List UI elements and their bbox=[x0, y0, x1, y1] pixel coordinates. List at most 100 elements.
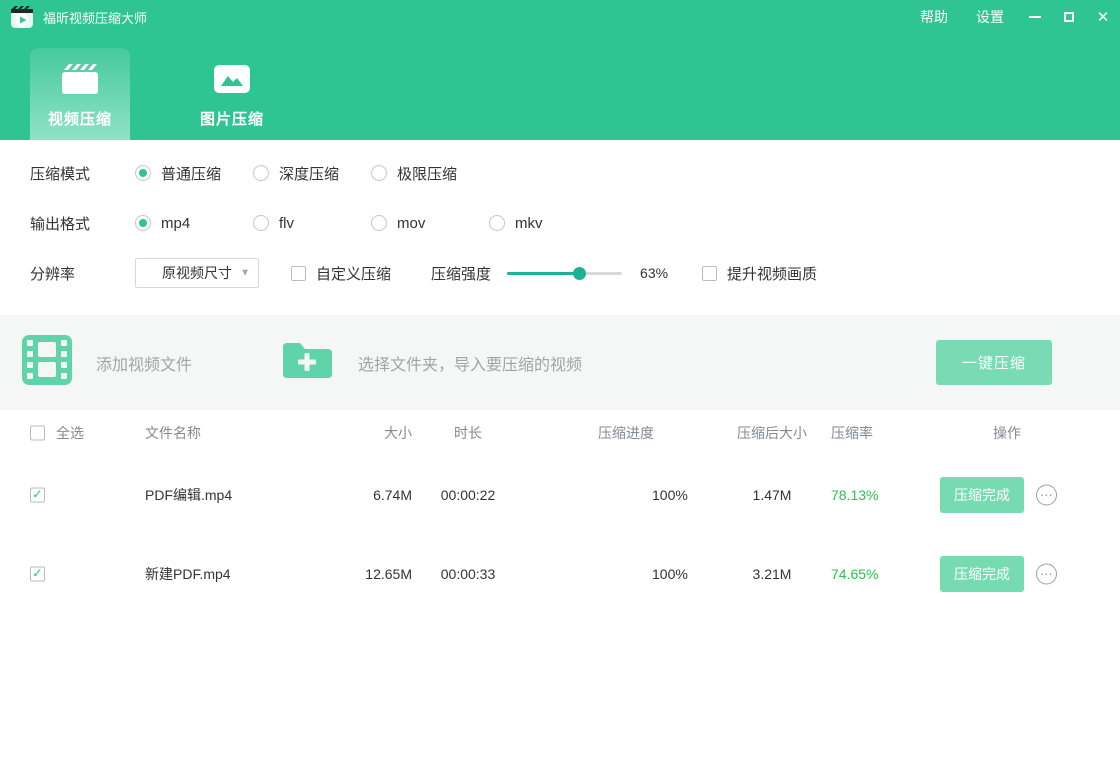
minimize-button[interactable] bbox=[1018, 0, 1052, 34]
radio-mode-extreme[interactable]: 极限压缩 bbox=[371, 163, 489, 184]
radio-on-icon bbox=[135, 165, 151, 181]
progress-text: 100% bbox=[652, 487, 688, 503]
resolution-dropdown[interactable]: 原视频尺寸 ▼ bbox=[135, 258, 259, 288]
checkbox-unchecked-icon bbox=[30, 425, 45, 440]
close-icon: ✕ bbox=[1097, 10, 1110, 25]
radio-label: flv bbox=[279, 215, 294, 232]
tab-label-video: 视频压缩 bbox=[48, 108, 112, 129]
header-size: 大小 bbox=[340, 423, 412, 443]
radio-mode-deep[interactable]: 深度压缩 bbox=[253, 163, 371, 184]
radio-off-icon bbox=[371, 215, 387, 231]
custom-compress-checkbox[interactable]: 自定义压缩 bbox=[291, 263, 391, 284]
tab-label-image: 图片压缩 bbox=[200, 108, 264, 129]
radio-format-mp4[interactable]: mp4 bbox=[135, 215, 253, 232]
more-options-button[interactable]: ⋯ bbox=[1036, 563, 1057, 584]
tab-image-compress[interactable]: 图片压缩 bbox=[182, 48, 282, 140]
checkbox-checked-icon: ✓ bbox=[30, 566, 45, 581]
add-video-label[interactable]: 添加视频文件 bbox=[96, 351, 192, 375]
radio-format-mkv[interactable]: mkv bbox=[489, 215, 607, 232]
file-size: 6.74M bbox=[340, 487, 412, 503]
header-name: 文件名称 bbox=[145, 423, 201, 443]
strength-slider-thumb[interactable] bbox=[573, 267, 586, 280]
mode-label: 压缩模式 bbox=[30, 163, 135, 184]
resolution-row: 分辨率 原视频尺寸 ▼ 自定义压缩 压缩强度 63% 提升视频画质 bbox=[0, 248, 1120, 298]
radio-label: mp4 bbox=[161, 215, 190, 232]
header-duration: 时长 bbox=[430, 423, 506, 443]
image-icon bbox=[214, 59, 250, 99]
resolution-dropdown-value: 原视频尺寸 bbox=[162, 263, 232, 283]
maximize-button[interactable] bbox=[1052, 0, 1086, 34]
row-checkbox[interactable]: ✓ bbox=[30, 566, 45, 581]
close-button[interactable]: ✕ bbox=[1086, 0, 1120, 34]
radio-mode-normal[interactable]: 普通压缩 bbox=[135, 163, 253, 184]
strength-label: 压缩强度 bbox=[431, 263, 491, 284]
radio-format-mov[interactable]: mov bbox=[371, 215, 489, 232]
file-name: 新建PDF.mp4 bbox=[145, 564, 231, 584]
select-all-label[interactable]: 全选 bbox=[56, 423, 84, 443]
radio-label: 深度压缩 bbox=[279, 163, 339, 184]
compressed-size: 3.21M bbox=[728, 566, 816, 582]
file-name: PDF编辑.mp4 bbox=[145, 485, 232, 505]
row-checkbox[interactable]: ✓ bbox=[30, 487, 45, 502]
checkbox-unchecked-icon bbox=[702, 266, 717, 281]
select-folder-label[interactable]: 选择文件夹，导入要压缩的视频 bbox=[358, 351, 582, 375]
maximize-icon bbox=[1064, 12, 1074, 22]
checkbox-label: 自定义压缩 bbox=[316, 263, 391, 284]
help-menu[interactable]: 帮助 bbox=[906, 0, 962, 34]
compression-ratio: 78.13% bbox=[831, 487, 878, 503]
chevron-down-icon: ▼ bbox=[240, 268, 250, 279]
radio-format-flv[interactable]: flv bbox=[253, 215, 371, 232]
radio-label: 普通压缩 bbox=[161, 163, 221, 184]
enhance-quality-checkbox[interactable]: 提升视频画质 bbox=[702, 263, 817, 284]
header-action: 操作 bbox=[993, 423, 1021, 443]
radio-off-icon bbox=[489, 215, 505, 231]
select-folder-button[interactable] bbox=[280, 337, 334, 388]
compressed-size: 1.47M bbox=[728, 487, 816, 503]
strength-slider[interactable] bbox=[507, 272, 622, 275]
table-header: 全选 文件名称 大小 时长 压缩进度 压缩后大小 压缩率 操作 bbox=[0, 410, 1120, 455]
titlebar-controls: 帮助 设置 ✕ bbox=[906, 0, 1120, 34]
radio-on-icon bbox=[135, 215, 151, 231]
select-all-checkbox[interactable] bbox=[30, 425, 45, 440]
radio-label: 极限压缩 bbox=[397, 163, 457, 184]
compression-ratio: 74.65% bbox=[831, 566, 878, 582]
ellipsis-icon: ⋯ bbox=[1036, 484, 1057, 505]
compress-done-button[interactable]: 压缩完成 bbox=[940, 477, 1024, 513]
action-cell: 压缩完成 bbox=[940, 477, 1024, 513]
progress-text: 100% bbox=[652, 566, 688, 582]
more-options-button[interactable]: ⋯ bbox=[1036, 484, 1057, 505]
compress-settings: 压缩模式 普通压缩 深度压缩 极限压缩 输出格式 mp4 flv bbox=[0, 140, 1120, 315]
radio-label: mkv bbox=[515, 215, 543, 232]
add-video-button[interactable] bbox=[22, 335, 72, 390]
checkbox-checked-icon: ✓ bbox=[30, 487, 45, 502]
tab-video-compress[interactable]: 视频压缩 bbox=[30, 48, 130, 140]
file-duration: 00:00:22 bbox=[430, 487, 506, 503]
header-compressed-size: 压缩后大小 bbox=[728, 423, 816, 443]
radio-off-icon bbox=[253, 215, 269, 231]
compress-all-button[interactable]: 一键压缩 bbox=[936, 340, 1052, 385]
import-bar: 添加视频文件 选择文件夹，导入要压缩的视频 一键压缩 bbox=[0, 315, 1120, 410]
folder-plus-icon bbox=[280, 337, 334, 388]
radio-off-icon bbox=[253, 165, 269, 181]
action-cell: 压缩完成 bbox=[940, 556, 1024, 592]
radio-label: mov bbox=[397, 215, 425, 232]
header-ratio: 压缩率 bbox=[831, 423, 873, 443]
resolution-label: 分辨率 bbox=[30, 263, 135, 284]
checkbox-unchecked-icon bbox=[291, 266, 306, 281]
compress-done-button[interactable]: 压缩完成 bbox=[940, 556, 1024, 592]
titlebar: 福昕视频压缩大师 帮助 设置 ✕ bbox=[0, 0, 1120, 34]
table-row: ✓ PDF编辑.mp4 6.74M 00:00:22 100% 1.47M 78… bbox=[0, 455, 1120, 534]
app-logo-icon bbox=[10, 5, 34, 29]
header-progress: 压缩进度 bbox=[598, 423, 654, 443]
format-label: 输出格式 bbox=[30, 213, 135, 234]
radio-off-icon bbox=[371, 165, 387, 181]
clapperboard-icon bbox=[61, 59, 99, 99]
tabbar: 视频压缩 图片压缩 bbox=[0, 34, 1120, 140]
app-title: 福昕视频压缩大师 bbox=[43, 8, 147, 27]
settings-menu[interactable]: 设置 bbox=[962, 0, 1018, 34]
mode-row: 压缩模式 普通压缩 深度压缩 极限压缩 bbox=[0, 148, 1120, 198]
table-row: ✓ 新建PDF.mp4 12.65M 00:00:33 100% 3.21M 7… bbox=[0, 534, 1120, 613]
app-window: 福昕视频压缩大师 帮助 设置 ✕ 视 bbox=[0, 0, 1120, 760]
file-duration: 00:00:33 bbox=[430, 566, 506, 582]
filmstrip-icon bbox=[22, 335, 72, 390]
